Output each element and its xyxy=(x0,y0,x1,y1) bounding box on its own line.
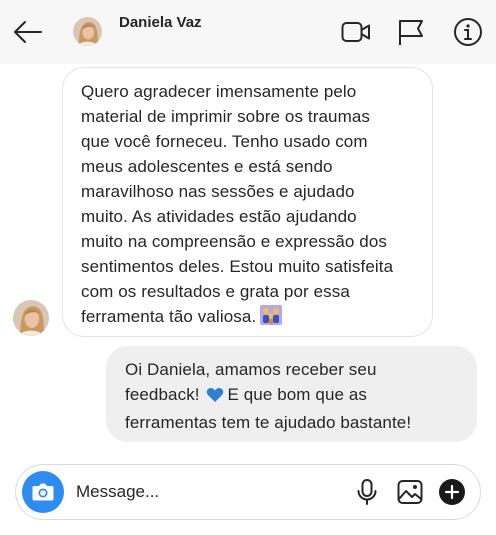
message-line: com os resultados e grata por essa xyxy=(81,282,350,301)
chat-header: Daniela Vaz xyxy=(0,0,496,64)
message-line: muito. As atividades estão ajudando xyxy=(81,207,357,226)
camera-button[interactable] xyxy=(22,471,64,513)
contact-avatar[interactable] xyxy=(73,17,102,46)
outgoing-message-bubble[interactable]: Oi Daniela, amamos receber seu feedback!… xyxy=(106,346,477,442)
sender-avatar[interactable] xyxy=(13,300,49,336)
message-input[interactable] xyxy=(76,480,346,504)
blue-heart-emoji xyxy=(206,385,224,410)
message-line: Oi Daniela, amamos receber seu xyxy=(125,360,377,379)
message-line: que você forneceu. Tenho usado com xyxy=(81,132,368,151)
message-line: ferramentas tem te ajudado bastante! xyxy=(125,413,412,432)
message-line: sentimentos deles. Estou muito satisfeit… xyxy=(81,257,394,276)
microphone-icon[interactable] xyxy=(353,478,381,506)
message-line: ferramenta tão valiosa. xyxy=(81,307,257,326)
info-icon[interactable] xyxy=(453,17,483,47)
contact-name[interactable]: Daniela Vaz xyxy=(119,14,202,31)
image-icon[interactable] xyxy=(396,478,424,506)
message-line: Quero agradecer imensamente pelo xyxy=(81,82,357,101)
camera-icon xyxy=(32,483,54,501)
message-line: E que bom que as xyxy=(227,385,368,404)
message-line: feedback! xyxy=(125,385,200,404)
message-line-with-emoji: feedback! E que bom que as xyxy=(125,382,463,410)
message-line: material de imprimir sobre os traumas xyxy=(81,107,371,126)
message-composer xyxy=(15,464,481,520)
back-arrow-icon[interactable] xyxy=(12,16,44,48)
video-call-icon[interactable] xyxy=(341,17,371,47)
flag-icon[interactable] xyxy=(396,17,426,47)
message-line: maravilhoso nas sessões e ajudado xyxy=(81,182,355,201)
family-emoji xyxy=(260,305,283,332)
plus-icon[interactable] xyxy=(438,478,466,506)
message-line: muito na compreensão e expressão dos xyxy=(81,232,387,251)
message-line: meus adolescentes e está sendo xyxy=(81,157,333,176)
message-last-line: ferramenta tão valiosa. xyxy=(81,304,418,332)
incoming-message-bubble[interactable]: Quero agradecer imensamente pelo materia… xyxy=(62,67,433,337)
